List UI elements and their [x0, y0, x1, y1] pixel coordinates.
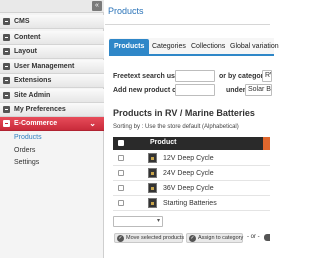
row-checkbox[interactable]: [118, 200, 124, 206]
sidebar-item-cms[interactable]: CMS: [0, 15, 104, 29]
table-row: Starting Batteries: [113, 196, 270, 211]
tab-categories[interactable]: Categories: [147, 39, 191, 55]
header-accent-bar: [263, 137, 270, 150]
product-name[interactable]: 24V Deep Cycle: [163, 170, 214, 177]
check-icon: ✓: [117, 235, 124, 242]
square-icon: [3, 18, 10, 25]
sidebar-item-label: Site Admin: [14, 92, 51, 99]
check-icon[interactable]: [264, 234, 270, 241]
battery-thumbnail-icon: [148, 198, 157, 208]
collapse-sidebar-icon[interactable]: «: [92, 1, 102, 11]
sidebar-item-extensions[interactable]: Extensions: [0, 74, 104, 88]
column-header-product: Product: [150, 139, 177, 146]
bulk-action-select[interactable]: ▾: [113, 216, 163, 227]
sidebar-item-label: CMS: [14, 18, 30, 25]
battery-thumbnail-icon: [148, 153, 157, 163]
sidebar-item-e-commerce[interactable]: E-Commerce ⌄: [0, 117, 104, 131]
under-category-select[interactable]: Solar Ba: [245, 84, 272, 96]
battery-thumbnail-icon: [148, 168, 157, 178]
table-row: 24V Deep Cycle: [113, 166, 270, 181]
sidebar: « CMS Content Layout User Management Ext…: [0, 0, 104, 258]
sidebar-subitem-orders[interactable]: Orders: [14, 147, 35, 154]
tab-collections[interactable]: Collections: [186, 39, 230, 55]
sidebar-item-label: E-Commerce: [14, 120, 58, 127]
sidebar-item-label: User Management: [14, 63, 75, 70]
square-icon: [3, 120, 10, 127]
battery-thumbnail-icon: [148, 183, 157, 193]
under-label: under: [226, 87, 246, 94]
chevron-down-icon: ⌄: [89, 119, 96, 128]
tab-global-variation[interactable]: Global variation: [225, 39, 284, 55]
listing-title: Products in RV / Marine Batteries: [113, 108, 255, 118]
square-icon: [3, 48, 10, 55]
sidebar-item-site-admin[interactable]: Site Admin: [0, 89, 104, 103]
row-checkbox[interactable]: [118, 155, 124, 161]
table-row: 36V Deep Cycle: [113, 181, 270, 196]
page-header: Products: [105, 0, 270, 25]
button-label: Assign to category: [198, 235, 244, 241]
category-filter-select[interactable]: RV: [262, 70, 272, 82]
tab-bar: Products Categories Collections Global v…: [109, 38, 279, 56]
button-label: Move selected products: [126, 235, 185, 241]
freetext-search-input[interactable]: [175, 70, 215, 82]
sidebar-subitem-settings[interactable]: Settings: [14, 159, 39, 166]
or-separator: - or -: [247, 234, 260, 240]
product-name[interactable]: 12V Deep Cycle: [163, 155, 214, 162]
move-selected-products-button[interactable]: ✓ Move selected products: [114, 233, 185, 243]
sidebar-item-label: Content: [14, 34, 41, 41]
sidebar-collapse-bar: «: [0, 0, 104, 13]
add-product-input[interactable]: [175, 84, 215, 96]
chevron-down-icon: ▾: [156, 218, 160, 224]
table-header: Product: [113, 137, 270, 150]
sidebar-item-label: Layout: [14, 48, 37, 55]
select-all-checkbox[interactable]: [118, 140, 124, 146]
square-icon: [3, 106, 10, 113]
product-name[interactable]: Starting Batteries: [163, 200, 217, 207]
square-icon: [3, 92, 10, 99]
category-filter-label: or by category: [219, 73, 268, 80]
main-content: Products Products Categories Collections…: [105, 0, 279, 258]
page-title: Products: [108, 6, 144, 16]
sidebar-item-content[interactable]: Content: [0, 31, 104, 45]
sidebar-item-layout[interactable]: Layout: [0, 45, 104, 59]
sort-text: Sorting by : Use the store default (Alph…: [113, 124, 239, 130]
sidebar-item-label: Extensions: [14, 77, 52, 84]
row-checkbox[interactable]: [118, 170, 124, 176]
assign-to-category-button[interactable]: ✓ Assign to category: [186, 233, 243, 243]
sidebar-item-my-preferences[interactable]: My Preferences: [0, 103, 104, 117]
square-icon: [3, 34, 10, 41]
product-name[interactable]: 36V Deep Cycle: [163, 185, 214, 192]
square-icon: [3, 77, 10, 84]
table-row: 12V Deep Cycle: [113, 151, 270, 166]
tab-products[interactable]: Products: [109, 39, 150, 55]
sidebar-item-label: My Preferences: [14, 106, 66, 113]
sidebar-subitem-products[interactable]: Products: [14, 134, 42, 141]
check-icon: ✓: [189, 235, 196, 242]
square-icon: [3, 63, 10, 70]
row-checkbox[interactable]: [118, 185, 124, 191]
sidebar-item-user-management[interactable]: User Management: [0, 60, 104, 74]
